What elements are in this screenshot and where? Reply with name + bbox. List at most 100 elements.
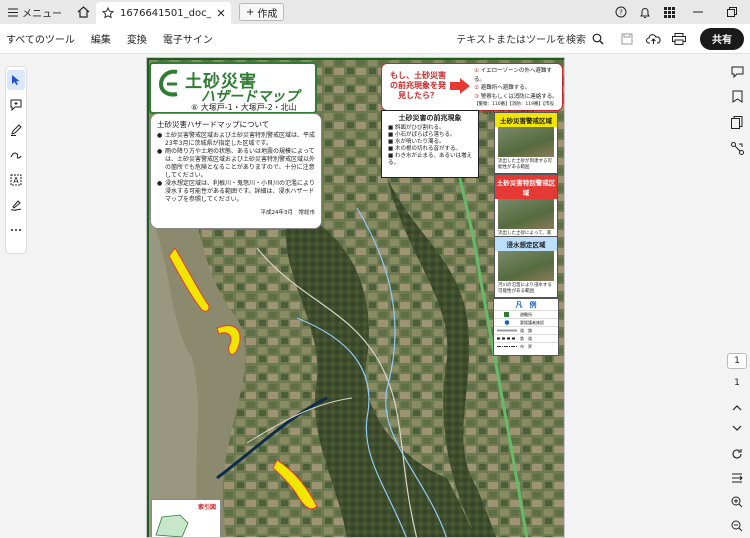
freehand-icon	[10, 152, 22, 159]
sign-item: 木の根の切れる音がする。	[388, 146, 472, 153]
help-icon: ?	[615, 6, 627, 18]
star-icon[interactable]	[102, 7, 114, 19]
tool-search-placeholder[interactable]: テキストまたはツールを検索	[456, 31, 586, 46]
road-symbol-icon	[497, 329, 517, 332]
zone-photo	[498, 251, 554, 281]
more-tools-button[interactable]	[7, 220, 25, 240]
refresh-button[interactable]	[728, 445, 746, 463]
legend-row: 鉄 道	[494, 334, 558, 342]
text-box-icon: A	[10, 174, 22, 186]
bookmark-icon	[732, 90, 742, 103]
zone-photo	[498, 127, 554, 157]
comment-plus-icon	[10, 99, 22, 111]
cloud-upload-icon	[645, 33, 661, 44]
zone-flood: 浸水想定区域 河川の氾濫により浸水する可能性がある範囲	[494, 236, 558, 298]
warning-steps: ① イエローゾーンの外へ避難する。 ② 避難所へ避難する。 ③ 警察もしくは消防…	[474, 67, 562, 118]
new-tab-button[interactable]: + 作成	[239, 3, 285, 21]
all-tools-menu[interactable]: すべてのツール	[0, 24, 83, 54]
share-button[interactable]: 共有	[700, 27, 744, 50]
page-number-total: 1	[734, 378, 740, 388]
document-tab[interactable]: 1676641501_doc_3_...	[96, 2, 231, 24]
legend-row: 市 界	[494, 342, 558, 350]
highlight-tool[interactable]	[7, 120, 25, 140]
search-icon[interactable]	[592, 33, 604, 45]
zone-title: 浸水想定区域	[495, 237, 557, 251]
hamburger-icon	[8, 8, 18, 16]
cursor-icon	[12, 75, 20, 85]
zone-title: 土砂災害警戒区域	[495, 113, 557, 127]
svg-text:A: A	[13, 176, 19, 185]
convert-menu[interactable]: 変換	[119, 24, 155, 54]
e-sign-menu[interactable]: 電子サイン	[155, 24, 221, 54]
zoom-out-icon	[731, 520, 743, 532]
plus-icon: +	[246, 6, 255, 18]
minimize-button[interactable]	[684, 0, 712, 24]
restore-button[interactable]	[718, 0, 746, 24]
warning-step: ③ 警察もしくは消防に連絡する。	[474, 93, 558, 100]
info-paragraph: 浸水想定区域は、利根川・鬼怒川・小貝川の氾濫により浸水する可能性がある範囲です。…	[157, 180, 315, 204]
text-tool[interactable]: A	[7, 170, 25, 190]
pdf-page[interactable]: 土砂災害 ハザードマップ ⑥ 大塚戸-1・大塚戸-2・北山 もし、土砂災害の前兆…	[146, 57, 565, 538]
help-button[interactable]: ?	[612, 3, 630, 21]
signs-title: 土砂災害の前兆現象	[398, 114, 462, 122]
warning-step: ① イエローゾーンの外へ避難する。	[474, 68, 552, 83]
refresh-icon	[732, 449, 742, 459]
chevron-down-icon	[732, 425, 742, 431]
page-number-current[interactable]: 1	[727, 353, 747, 369]
scroll-down-button[interactable]	[728, 419, 746, 437]
zoom-out-button[interactable]	[728, 517, 746, 535]
warning-step: ② 避難所へ避難する。	[474, 85, 531, 91]
facility-symbol-icon	[504, 320, 510, 325]
home-icon	[77, 6, 89, 18]
svg-text:?: ?	[619, 9, 623, 17]
connections-button[interactable]	[728, 139, 746, 157]
notifications-button[interactable]	[636, 3, 654, 21]
menu-label: メニュー	[22, 8, 62, 20]
zoom-in-button[interactable]	[728, 493, 746, 511]
home-button[interactable]	[70, 0, 96, 24]
close-icon[interactable]	[217, 9, 225, 17]
signs-list: 斜面がひび割れる。 小石がぱらぱら落ちる。 水が噴いたり濁る。 木の根の切れる音…	[382, 125, 478, 167]
bell-icon	[640, 7, 650, 18]
map-area-name: ⑥ 大塚戸-1・大塚戸-2・北山	[191, 103, 297, 112]
info-paragraph: 雨の降り方や土地の状態、あるいは地震の規模によっては、土砂災害警戒区域および土砂…	[157, 148, 315, 180]
document-viewport[interactable]: 土砂災害 ハザードマップ ⑥ 大塚戸-1・大塚戸-2・北山 もし、土砂災害の前兆…	[34, 55, 718, 538]
page-thumbnails-button[interactable]	[728, 113, 746, 131]
comment-icon	[731, 66, 743, 78]
zoom-in-icon	[731, 496, 743, 508]
sign-item: 小石がぱらぱら落ちる。	[388, 132, 472, 139]
title-bar: メニュー 1676641501_doc_3_... + 作成 ?	[0, 0, 750, 24]
link-nodes-icon	[730, 141, 744, 155]
zone-caption: 河川の氾濫により浸水する可能性がある範囲	[498, 283, 552, 294]
new-tab-label: 作成	[257, 8, 278, 20]
menu-button[interactable]: メニュー	[0, 0, 70, 24]
map-title-box: 土砂災害 ハザードマップ ⑥ 大塚戸-1・大塚戸-2・北山	[149, 62, 317, 114]
signature-pen-icon	[10, 200, 22, 211]
upload-button[interactable]	[640, 26, 666, 52]
comment-tool[interactable]	[7, 95, 25, 115]
tool-search[interactable]: テキストまたはツールを検索	[456, 31, 614, 46]
scroll-mode-button[interactable]	[728, 469, 746, 487]
bookmarks-button[interactable]	[728, 87, 746, 105]
legend-title: 凡 例	[515, 301, 537, 309]
sign-item: 斜面がひび割れる。	[388, 125, 472, 132]
sign-item: わき水が止まる、あるいは増える。	[388, 153, 472, 167]
map-legend: 凡 例 避難所 要援護者施設 道 路 鉄 道 市 界	[493, 298, 559, 356]
edit-menu[interactable]: 編集	[83, 24, 119, 54]
select-tool[interactable]	[7, 70, 25, 90]
pages-icon	[731, 115, 743, 129]
apps-button[interactable]	[660, 3, 678, 21]
restore-icon	[727, 7, 737, 17]
comments-panel-button[interactable]	[728, 63, 746, 81]
legend-row: 避難所	[494, 310, 558, 318]
zone-photo	[498, 199, 554, 229]
warning-question: もし、土砂災害の前兆現象を発見したら？	[390, 71, 446, 100]
draw-tool[interactable]	[7, 145, 25, 165]
scroll-up-button[interactable]	[728, 399, 746, 417]
save-icon	[621, 33, 633, 44]
print-button[interactable]	[666, 26, 692, 52]
sign-tool[interactable]	[7, 195, 25, 215]
boundary-symbol-icon	[497, 346, 517, 347]
save-button[interactable]	[614, 26, 640, 52]
shelter-symbol-icon	[504, 312, 509, 317]
